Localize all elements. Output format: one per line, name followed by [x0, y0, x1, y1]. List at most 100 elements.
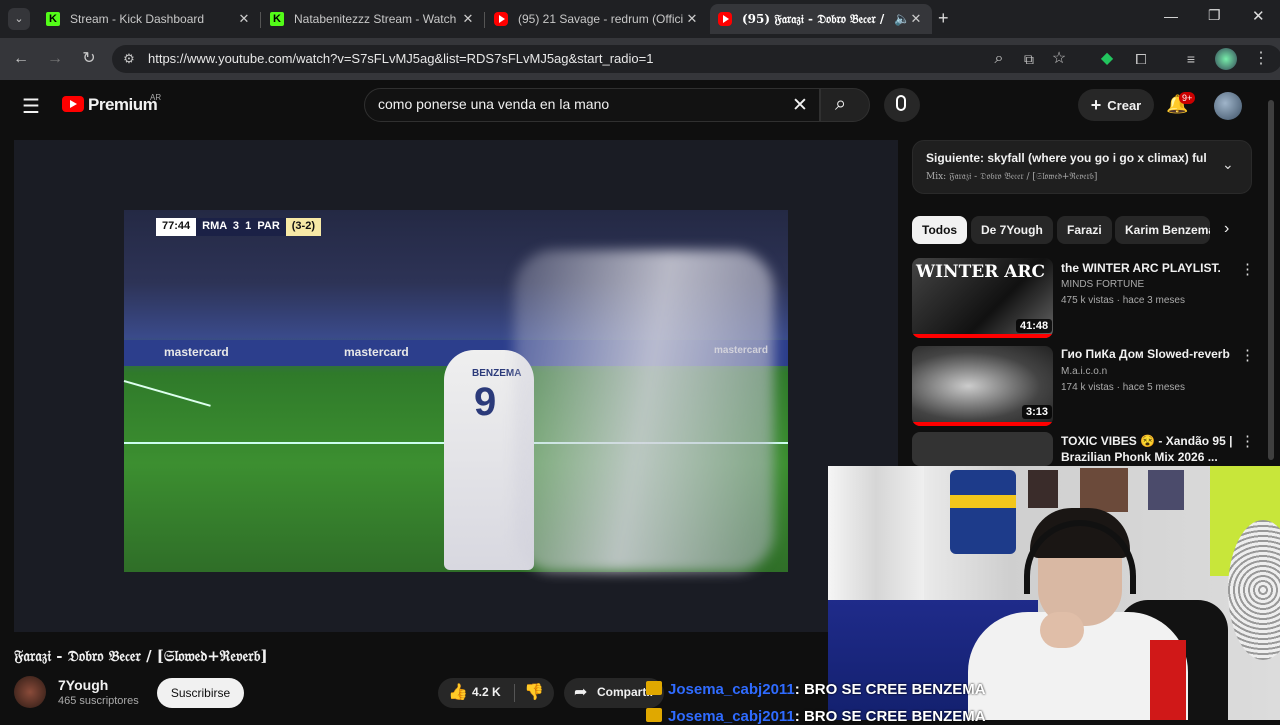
- kick-icon: K: [270, 12, 284, 26]
- close-window-icon[interactable]: ✕: [1252, 7, 1265, 25]
- more-options-icon[interactable]: ⋮: [1240, 432, 1255, 450]
- forward-icon[interactable]: →: [44, 48, 66, 70]
- match-score: RMA 3 1 PAR: [196, 218, 286, 236]
- video-title: 𝔉𝔞𝔯𝔞𝔷𝔦 - 𝔇𝔬𝔟𝔯𝔬 𝔅𝔢𝔠𝔢𝔯 / [𝔖𝔩𝔬𝔴𝔢𝔡+ℜ𝔢𝔳𝔢𝔯𝔟]: [14, 647, 268, 665]
- webcam-hand: [1040, 612, 1084, 648]
- profile-avatar[interactable]: [1215, 48, 1237, 70]
- extension-icon[interactable]: ◆: [1096, 48, 1118, 70]
- thumbnail[interactable]: WINTER ARC 41:48: [912, 258, 1053, 338]
- tab-title: Stream - Kick Dashboard: [70, 12, 205, 26]
- region-code: AR: [150, 93, 162, 102]
- chip-farazi[interactable]: Farazi: [1057, 216, 1112, 244]
- channel-name[interactable]: 7Yough: [58, 677, 108, 693]
- thumbs-down-icon[interactable]: 👎: [524, 682, 544, 702]
- thumbs-up-icon[interactable]: 👍: [448, 682, 468, 702]
- youtube-logo-text[interactable]: Premium: [88, 95, 158, 115]
- account-avatar[interactable]: [1214, 92, 1242, 120]
- hamburger-icon[interactable]: ☰: [22, 94, 40, 119]
- video-title[interactable]: TOXIC VIBES 😵 - Xandão 95 | Brazilian Ph…: [1061, 433, 1233, 465]
- more-options-icon[interactable]: ⋮: [1240, 346, 1255, 364]
- thumbnail[interactable]: 3:13: [912, 346, 1053, 426]
- ad-text: mastercard: [164, 345, 229, 359]
- mic-button[interactable]: [884, 88, 920, 122]
- chip-de-7yough[interactable]: De 7Yough: [971, 216, 1053, 244]
- back-icon[interactable]: ←: [10, 48, 32, 70]
- create-label: Crear: [1107, 97, 1142, 113]
- install-app-icon[interactable]: ⧉: [1018, 48, 1040, 70]
- chip-karim-benzema[interactable]: Karim Benzema: [1115, 216, 1210, 244]
- close-icon[interactable]: ✕: [684, 11, 700, 27]
- bookmark-star-icon[interactable]: ☆: [1048, 48, 1070, 70]
- create-button[interactable]: + Crear: [1078, 89, 1154, 121]
- menu-dots-icon[interactable]: ⋮: [1250, 48, 1272, 70]
- tab-kick-stream[interactable]: K Natabenitezzz Stream - Watch L ✕: [262, 4, 484, 34]
- video-title[interactable]: the WINTER ARC PLAYLIST.: [1061, 260, 1233, 276]
- channel-avatar[interactable]: [14, 676, 46, 708]
- tab-kick-dashboard[interactable]: K Stream - Kick Dashboard ✕: [38, 4, 260, 34]
- duration: 3:13: [1022, 405, 1053, 419]
- subscriber-count: 465 suscriptores: [58, 695, 139, 707]
- video-title[interactable]: Гио ПиКа Дом Slowed-reverb: [1061, 346, 1233, 362]
- mic-icon: [896, 95, 906, 111]
- kick-icon: K: [46, 12, 60, 26]
- close-icon[interactable]: ✕: [236, 11, 252, 27]
- youtube-logo-icon[interactable]: [62, 96, 84, 112]
- speaker-icon[interactable]: 🔈: [894, 11, 910, 27]
- mix-subtitle: Mix: 𝔉𝔞𝔯𝔞𝔷𝔦 - 𝔇𝔬𝔟𝔯𝔬 𝔅𝔢𝔠𝔢𝔯 / [𝔖𝔩𝔬𝔴𝔢𝔡+ℜ𝔢𝔳𝔢…: [926, 172, 1098, 182]
- clear-search-icon[interactable]: ✕: [792, 94, 808, 117]
- subscribe-button[interactable]: Suscribirse: [157, 678, 244, 708]
- chat-user: Josema_cabj2011: [668, 681, 795, 698]
- plus-icon: +: [1090, 94, 1102, 115]
- puzzle-icon[interactable]: ⧠: [1130, 48, 1152, 70]
- thumbnail[interactable]: [912, 432, 1053, 466]
- tab-search-icon[interactable]: ⌄: [8, 8, 30, 30]
- close-icon[interactable]: ✕: [908, 11, 924, 27]
- media-control-icon[interactable]: ≡: [1180, 48, 1202, 70]
- chat-user: Josema_cabj2011: [668, 708, 795, 725]
- webcam-boca-jersey: [950, 470, 1016, 554]
- progress-bar: [912, 422, 1053, 426]
- scoreboard: 77:44 RMA 3 1 PAR (3-2): [156, 218, 321, 236]
- up-next-panel[interactable]: [912, 140, 1252, 194]
- divider: [514, 684, 515, 702]
- chat-text: : BRO SE CREE BENZEMA: [794, 681, 986, 698]
- more-options-icon[interactable]: ⋮: [1240, 260, 1255, 278]
- tab-title: (95) 𝔉𝔞𝔯𝔞𝔷𝔦 - 𝔇𝔬𝔟𝔯𝔬 𝔅𝔢𝔠𝔢𝔯 /: [742, 11, 885, 26]
- reload-icon[interactable]: ↻: [78, 48, 100, 70]
- tab-youtube-farazi[interactable]: (95) 𝔉𝔞𝔯𝔞𝔷𝔦 - 𝔇𝔬𝔟𝔯𝔬 𝔅𝔢𝔠𝔢𝔯 / 🔈 ✕: [710, 4, 932, 34]
- chevron-down-icon[interactable]: ⌄: [1222, 156, 1234, 173]
- notification-badge: 9+: [1179, 92, 1196, 104]
- scrollbar[interactable]: [1268, 100, 1274, 460]
- webcam-poster: [1080, 468, 1128, 512]
- webcam-poster: [1028, 470, 1058, 508]
- aggregate-score: (3-2): [285, 218, 321, 236]
- chevron-right-icon[interactable]: ›: [1224, 220, 1229, 238]
- restore-icon[interactable]: ❐: [1208, 7, 1221, 24]
- ad-text: mastercard: [344, 345, 409, 359]
- channel-name[interactable]: MINDS FORTUNE: [1061, 279, 1144, 290]
- up-next-title[interactable]: Siguiente: skyfall (where you go i go x …: [926, 151, 1206, 165]
- youtube-icon: [718, 12, 732, 26]
- tab-youtube-redrum[interactable]: (95) 21 Savage - redrum (Offici ✕: [486, 4, 708, 34]
- tab-title: Natabenitezzz Stream - Watch L: [294, 12, 460, 26]
- search-icon: ⌕: [835, 93, 847, 115]
- like-count[interactable]: 4.2 K: [472, 685, 501, 699]
- zoom-icon[interactable]: ⌕: [988, 48, 1010, 70]
- video-player[interactable]: mastercard mastercard mastercard BENZEMA…: [14, 140, 898, 632]
- thumbnail-text: WINTER ARC: [916, 262, 1046, 282]
- url-text[interactable]: https://www.youtube.com/watch?v=S7sFLvMJ…: [148, 51, 653, 66]
- tab-separator: [260, 12, 261, 28]
- progress-bar: [912, 334, 1053, 338]
- channel-name[interactable]: M.a.i.c.o.n: [1061, 366, 1107, 377]
- badge-icon: [646, 681, 662, 695]
- chat-message: Josema_cabj2011: BRO SE CREE BENZEMA: [646, 681, 986, 698]
- close-icon[interactable]: ✕: [460, 11, 476, 27]
- search-button[interactable]: ⌕: [820, 88, 870, 122]
- new-tab-button[interactable]: +: [938, 8, 949, 29]
- match-time: 77:44: [156, 218, 197, 236]
- site-settings-icon[interactable]: ⚙: [118, 48, 140, 70]
- minimize-icon[interactable]: —: [1164, 8, 1178, 24]
- search-value[interactable]: como ponerse una venda en la mano: [378, 96, 609, 112]
- chip-todos[interactable]: Todos: [912, 216, 968, 244]
- tab-title: (95) 21 Savage - redrum (Offici: [518, 12, 684, 26]
